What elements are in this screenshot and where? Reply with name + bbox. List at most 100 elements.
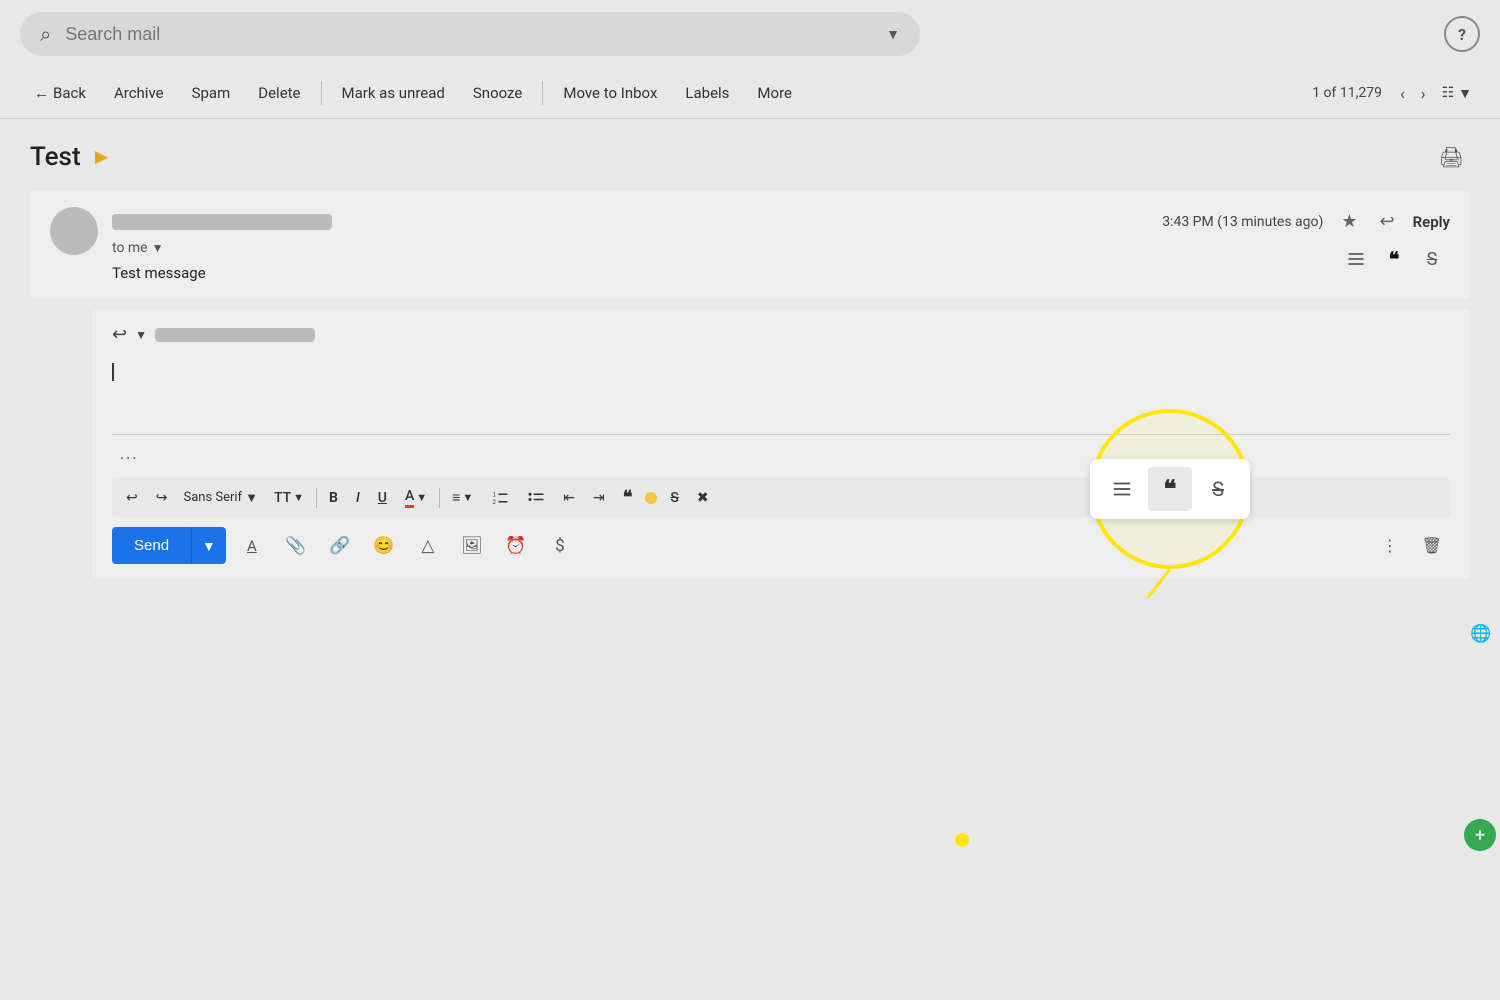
grid-view-button[interactable]: ☷ ▼ bbox=[1434, 79, 1480, 108]
annotation-dot bbox=[955, 833, 969, 847]
toolbar-separator-2 bbox=[542, 81, 543, 105]
sender-name-blurred bbox=[112, 214, 332, 230]
star-button[interactable]: ★ bbox=[1337, 207, 1361, 236]
search-icon: ⌕ bbox=[40, 22, 51, 46]
email-body: 3:43 PM (13 minutes ago) ★ ↩ Reply to me… bbox=[112, 207, 1450, 282]
search-input[interactable] bbox=[65, 24, 872, 45]
email-actions-right: ❝ S bbox=[1338, 241, 1450, 277]
undo-button[interactable]: ↩ bbox=[118, 485, 146, 511]
back-label: Back bbox=[53, 84, 86, 102]
bottom-action-bar: Send ▼ A 📎 🔗 😊 △ 🖼 ⏰ $ ⋮ 🗑 bbox=[112, 527, 1450, 564]
align-button[interactable]: ≡ ▼ bbox=[444, 484, 481, 511]
redo-button[interactable]: ↪ bbox=[148, 485, 176, 511]
prev-email-button[interactable]: ‹ bbox=[1392, 78, 1413, 109]
help-icon[interactable]: ? bbox=[1444, 16, 1480, 52]
more-compose-options[interactable]: ⋮ bbox=[1374, 530, 1406, 561]
back-arrow-icon: ← bbox=[34, 84, 49, 102]
confidential-button[interactable]: $ bbox=[542, 528, 578, 564]
main-content: Test ► 🖨 3:43 PM (13 minutes ago) ★ ↩ Re… bbox=[0, 119, 1500, 598]
grid-icon: ☷ bbox=[1442, 85, 1455, 101]
move-to-inbox-button[interactable]: Move to Inbox bbox=[549, 76, 671, 110]
formatting-toolbar: ↩ ↪ Sans Serif ▼ TT ▼ B I U A ▼ ≡ ▼ bbox=[112, 478, 1450, 517]
send-btn-group: Send ▼ bbox=[112, 527, 226, 564]
drive-button[interactable]: △ bbox=[410, 528, 446, 564]
italic-button[interactable]: I bbox=[348, 485, 368, 511]
reply-dropdown-icon[interactable]: ▼ bbox=[135, 328, 147, 342]
quote-action-icon[interactable]: ❝ bbox=[1376, 241, 1412, 277]
more-options-dots[interactable]: ··· bbox=[112, 445, 1450, 472]
delete-button[interactable]: Delete bbox=[244, 76, 314, 110]
right-green-circle[interactable]: + bbox=[1464, 819, 1496, 851]
send-button[interactable]: Send bbox=[112, 527, 191, 564]
reply-text-button[interactable]: Reply bbox=[1413, 213, 1450, 231]
svg-text:2: 2 bbox=[493, 500, 497, 506]
spam-button[interactable]: Spam bbox=[178, 76, 245, 110]
text-formatting-button[interactable]: A bbox=[234, 528, 270, 564]
email-card: 3:43 PM (13 minutes ago) ★ ↩ Reply to me… bbox=[30, 191, 1470, 298]
archive-button[interactable]: Archive bbox=[100, 76, 178, 110]
right-globe-icon[interactable]: 🌐 bbox=[1466, 619, 1496, 649]
sender-avatar bbox=[50, 207, 98, 255]
toolbar: ← Back Archive Spam Delete Mark as unrea… bbox=[0, 68, 1500, 119]
schedule-send-button[interactable]: ⏰ bbox=[498, 528, 534, 564]
numbered-list-button[interactable]: 1 2 bbox=[483, 484, 517, 512]
strikethrough-action-icon[interactable]: S bbox=[1414, 241, 1450, 277]
search-dropdown-icon[interactable]: ▼ bbox=[886, 26, 900, 43]
fmt-sep-2 bbox=[439, 488, 440, 508]
bold-button[interactable]: B bbox=[321, 485, 346, 511]
bullet-list-icon bbox=[527, 489, 545, 507]
font-family-select[interactable]: Sans Serif ▼ bbox=[177, 486, 263, 510]
fmt-sep-1 bbox=[316, 488, 317, 508]
more-button[interactable]: More bbox=[743, 76, 806, 110]
text-color-chevron: ▼ bbox=[416, 491, 427, 504]
svg-text:1: 1 bbox=[493, 492, 497, 498]
font-size-button[interactable]: TT ▼ bbox=[266, 485, 312, 511]
email-count: 1 of 11,279 bbox=[1302, 85, 1392, 101]
subject-label-icon: ► bbox=[91, 144, 113, 170]
text-color-button[interactable]: A ▼ bbox=[397, 483, 435, 513]
reply-body[interactable] bbox=[112, 355, 1450, 435]
email-subject: Test ► bbox=[30, 142, 112, 172]
font-size-chevron: ▼ bbox=[293, 491, 304, 504]
send-dropdown-button[interactable]: ▼ bbox=[191, 527, 226, 564]
to-me-row[interactable]: to me ▼ bbox=[112, 240, 1450, 256]
font-family-label: Sans Serif bbox=[183, 490, 242, 505]
numbered-list-icon: 1 2 bbox=[491, 489, 509, 507]
underline-button[interactable]: U bbox=[370, 485, 395, 511]
reply-header: ↩ ▼ bbox=[112, 324, 1450, 345]
text-color-icon: A bbox=[405, 488, 414, 508]
align-chevron: ▼ bbox=[462, 491, 473, 504]
font-size-label: TT bbox=[274, 490, 291, 506]
indent-less-button[interactable]: ⇤ bbox=[555, 485, 583, 511]
grid-chevron-icon: ▼ bbox=[1458, 85, 1472, 102]
strikethrough-button[interactable]: S bbox=[662, 485, 686, 511]
reply-icon-button[interactable]: ↩ bbox=[1376, 207, 1399, 236]
image-button[interactable]: 🖼 bbox=[454, 528, 490, 564]
font-family-chevron: ▼ bbox=[245, 490, 258, 506]
attach-file-button[interactable]: 📎 bbox=[278, 528, 314, 564]
quote-format-button[interactable]: ❝ bbox=[615, 482, 641, 513]
bullet-list-button[interactable] bbox=[519, 484, 553, 512]
email-timestamp: 3:43 PM (13 minutes ago) bbox=[1162, 214, 1323, 230]
reply-arrow-icon[interactable]: ↩ bbox=[112, 324, 127, 345]
next-email-button[interactable]: › bbox=[1413, 78, 1434, 109]
search-area: ⌕ ▼ ? bbox=[0, 0, 1500, 68]
to-label: to me bbox=[112, 240, 148, 256]
align-icon: ≡ bbox=[452, 489, 460, 506]
mark-unread-button[interactable]: Mark as unread bbox=[328, 76, 459, 110]
link-button[interactable]: 🔗 bbox=[322, 528, 358, 564]
email-subject-bar: Test ► 🖨 bbox=[30, 139, 1470, 175]
emoji-button[interactable]: 😊 bbox=[366, 528, 402, 564]
indent-more-button[interactable]: ⇥ bbox=[585, 485, 613, 511]
text-cursor bbox=[112, 363, 114, 381]
toolbar-separator-1 bbox=[321, 81, 322, 105]
more-options-icon[interactable] bbox=[1338, 241, 1374, 277]
search-bar-container: ⌕ ▼ bbox=[20, 12, 920, 56]
email-meta-right: 3:43 PM (13 minutes ago) ★ ↩ Reply bbox=[1162, 207, 1450, 236]
print-button[interactable]: 🖨 bbox=[1433, 139, 1470, 175]
back-button[interactable]: ← Back bbox=[20, 76, 100, 110]
clear-formatting-button[interactable]: ✖ bbox=[689, 485, 717, 511]
labels-button[interactable]: Labels bbox=[671, 76, 743, 110]
discard-draft-button[interactable]: 🗑 bbox=[1414, 530, 1450, 561]
snooze-button[interactable]: Snooze bbox=[459, 76, 536, 110]
